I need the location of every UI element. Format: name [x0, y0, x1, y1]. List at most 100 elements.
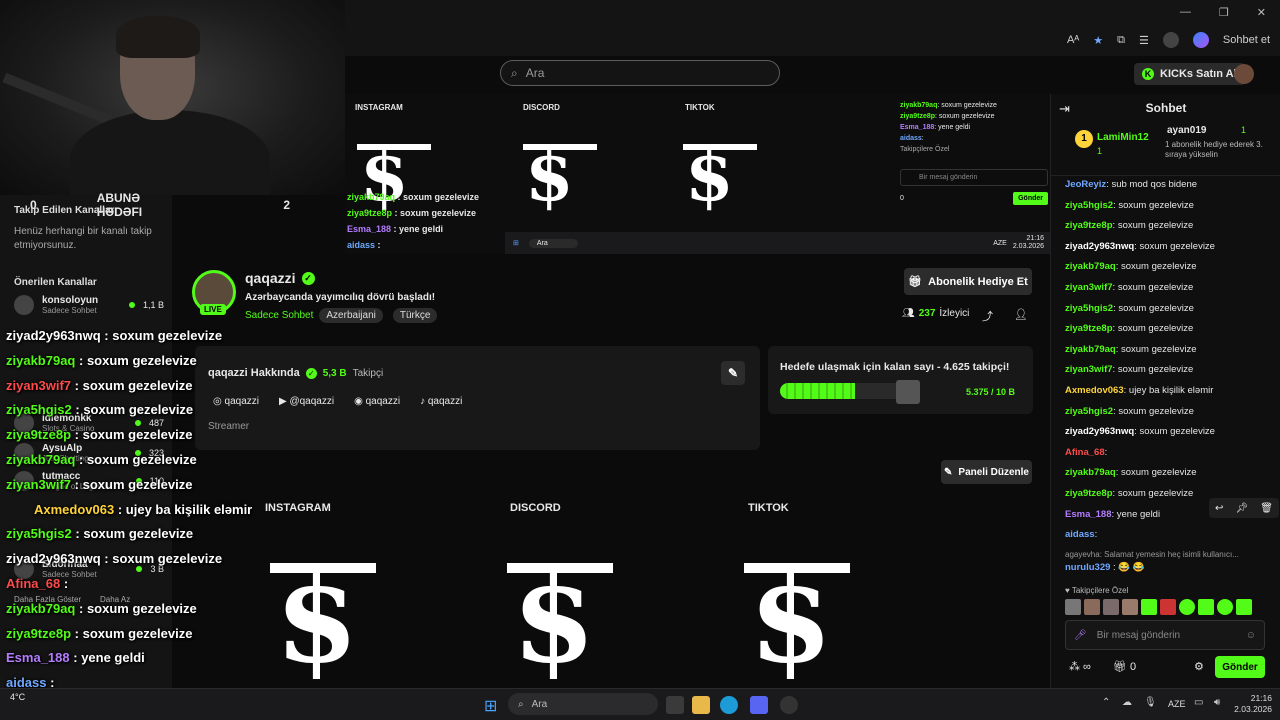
chat-message[interactable]: ziya5hgis2: soxum gezelevize	[1065, 200, 1194, 211]
profile-icon[interactable]	[1162, 32, 1179, 48]
chat-message[interactable]: Axmedov063: ujey ba kişilik eləmir	[1065, 385, 1213, 396]
mic-tray-icon[interactable]: 🎙︎	[1144, 697, 1157, 708]
chat-message[interactable]: Afina_68:	[1065, 447, 1107, 458]
reply-icon[interactable]: ↩	[1215, 503, 1223, 514]
collections-icon[interactable]: ☰	[1139, 34, 1149, 47]
chat-message[interactable]: JeoReyiz: sub mod qos bidene	[1065, 179, 1197, 190]
share-icon[interactable]: ⤴	[982, 308, 993, 324]
favorite-star-icon[interactable]: ★	[1093, 34, 1103, 47]
chat-message[interactable]: ziya9tze8p: soxum gezelevize	[1065, 220, 1193, 231]
chat-message[interactable]: ziyakb79aq: soxum gezelevize	[1065, 344, 1197, 355]
channel-name[interactable]: qaqazzi	[245, 270, 296, 286]
copilot-icon[interactable]	[1192, 32, 1209, 48]
tag-turkce[interactable]: Türkçe	[392, 308, 438, 323]
network-icon[interactable]: ▭	[1194, 697, 1203, 708]
chat-username[interactable]: ziyakb79aq	[1065, 261, 1116, 272]
emote-icon[interactable]	[1179, 599, 1195, 615]
search-input[interactable]: ⌕ Ara	[500, 60, 780, 86]
chat-username[interactable]: JeoReyiz	[1065, 179, 1106, 190]
chat-username[interactable]: ziyakb79aq	[1065, 344, 1116, 355]
chat-username[interactable]: ziyad2y963nwq	[1065, 241, 1134, 252]
user-avatar[interactable]	[1234, 64, 1254, 84]
chat-message[interactable]: ziyad2y963nwq: soxum gezelevize	[1065, 426, 1215, 437]
buy-kicks-button[interactable]: K KICKs Satın Al	[1134, 63, 1245, 85]
edit-pencil-icon[interactable]: ✎	[721, 361, 745, 385]
emote-icon[interactable]	[1160, 599, 1176, 615]
chat-message[interactable]: ziyan3wif7: soxum gezelevize	[1065, 282, 1193, 293]
social-instagram[interactable]: ◎ qaqazzi	[213, 396, 259, 407]
social-youtube[interactable]: ▶ @qaqazzi	[279, 396, 334, 407]
sidebar-channel-konsoloyun[interactable]: konsoloyun Sadece Sohbet 1,1 B	[14, 295, 164, 315]
chat-message[interactable]: ziya5hgis2: soxum gezelevize	[1065, 406, 1194, 417]
emote-icon[interactable]	[1065, 599, 1081, 615]
delete-icon[interactable]: 🗑︎	[1260, 503, 1273, 514]
weather-widget[interactable]: 4°C	[10, 692, 25, 702]
chat-message[interactable]: ziya9tze8p: soxum gezelevize	[1065, 488, 1193, 499]
language-indicator[interactable]: AZE	[1168, 699, 1186, 709]
app-icon[interactable]	[780, 696, 798, 714]
chat-username[interactable]: ziyad2y963nwq	[1065, 426, 1134, 437]
tag-azerbaijani[interactable]: Azerbaijani	[319, 308, 383, 323]
chat-username[interactable]: ziya5hgis2	[1065, 406, 1113, 417]
pin-icon[interactable]: 📌︎	[1235, 503, 1248, 514]
chat-username[interactable]: ziya5hgis2	[1065, 303, 1113, 314]
extensions-icon[interactable]: ⧉	[1117, 34, 1125, 47]
social-tiktok[interactable]: ♪ qaqazzi	[420, 396, 462, 407]
emote-icon[interactable]	[1122, 599, 1138, 615]
chat-username[interactable]: ziya9tze8p	[1065, 488, 1113, 499]
chat-text: soxum gezelevize	[1117, 488, 1194, 499]
chat-message-input[interactable]: 🎤︎ Bir mesaj gönderin ☺	[1065, 620, 1265, 650]
task-view-icon[interactable]	[666, 696, 684, 714]
emote-icon[interactable]	[1141, 599, 1157, 615]
chat-username[interactable]: ziya9tze8p	[1065, 323, 1113, 334]
emote-icon[interactable]	[1236, 599, 1252, 615]
follow-user-icon[interactable]: 👤︎	[1014, 308, 1028, 321]
chat-message[interactable]: Esma_188: yene geldi	[1065, 509, 1160, 520]
clock[interactable]: 21:16 2.03.2026	[1226, 693, 1272, 715]
chat-with-copilot[interactable]: Sohbet et	[1223, 34, 1270, 46]
emote-icon[interactable]	[1103, 599, 1119, 615]
chat-message[interactable]: aidass:	[1065, 529, 1097, 540]
points-icon[interactable]: ⁂ ∞	[1069, 660, 1091, 673]
gift-subscription-button[interactable]: 🎁︎ Abonelik Hediye Et	[904, 268, 1032, 295]
chat-username[interactable]: ziyakb79aq	[1065, 467, 1116, 478]
tray-chevron-icon[interactable]: ⌃	[1102, 697, 1110, 708]
kicks-icon: K	[1142, 68, 1154, 80]
taskbar-search[interactable]: ⌕ Ara	[508, 693, 658, 715]
chat-message[interactable]: ziyad2y963nwq: soxum gezelevize	[1065, 241, 1215, 252]
maximize-button[interactable]: ❐	[1219, 6, 1229, 19]
chat-message[interactable]: ziyakb79aq: soxum gezelevize	[1065, 261, 1197, 272]
emote-icon[interactable]	[1084, 599, 1100, 615]
chat-message[interactable]: ziyan3wif7: soxum gezelevize	[1065, 364, 1193, 375]
close-button[interactable]: ✕	[1257, 6, 1266, 19]
read-aloud-icon[interactable]: Aᴬ	[1067, 34, 1079, 46]
cloud-icon[interactable]: ☁	[1122, 697, 1132, 708]
category-link[interactable]: Sadece Sohbet	[245, 310, 313, 321]
send-button[interactable]: Gönder	[1215, 656, 1265, 678]
chat-settings-icon[interactable]: ⚙	[1194, 660, 1204, 673]
microphone-icon[interactable]: 🎤︎	[1074, 630, 1087, 641]
file-explorer-icon[interactable]	[692, 696, 710, 714]
edge-icon[interactable]	[720, 696, 738, 714]
chat-username[interactable]: ziya9tze8p	[1065, 220, 1113, 231]
about-role: Streamer	[208, 421, 250, 432]
emote-icon[interactable]	[1217, 599, 1233, 615]
emote-icon[interactable]	[1198, 599, 1214, 615]
chat-username[interactable]: Esma_188	[1065, 509, 1111, 520]
chat-username[interactable]: ziyan3wif7	[1065, 282, 1113, 293]
volume-icon[interactable]: 🔊︎	[1214, 697, 1220, 708]
start-icon[interactable]: ⊞	[484, 696, 497, 716]
minimize-button[interactable]: —	[1180, 6, 1191, 19]
chat-username[interactable]: ziyan3wif7	[1065, 364, 1113, 375]
chat-username[interactable]: Axmedov063	[1065, 385, 1124, 396]
chat-message[interactable]: ziyakb79aq: soxum gezelevize	[1065, 467, 1197, 478]
discord-icon[interactable]	[750, 696, 768, 714]
chat-username[interactable]: Afina_68	[1065, 447, 1105, 458]
chat-message[interactable]: ziya9tze8p: soxum gezelevize	[1065, 323, 1193, 334]
emoji-icon[interactable]: ☺	[1246, 630, 1256, 641]
chat-username[interactable]: aidass	[1065, 529, 1095, 540]
chat-username[interactable]: ziya5hgis2	[1065, 200, 1113, 211]
chat-message[interactable]: ziya5hgis2: soxum gezelevize	[1065, 303, 1194, 314]
social-discord[interactable]: ◉ qaqazzi	[354, 396, 400, 407]
edit-panel-button[interactable]: ✎ Paneli Düzenle	[941, 460, 1032, 484]
